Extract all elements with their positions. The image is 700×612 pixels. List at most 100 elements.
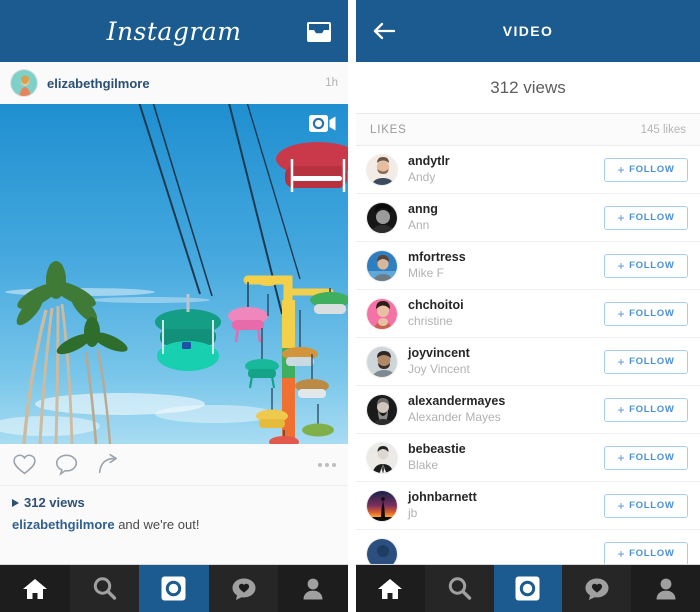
nav-search[interactable] xyxy=(424,565,494,612)
liker-names: joyvincent Joy Vincent xyxy=(408,346,604,377)
feed-topbar: Instagram xyxy=(0,0,348,62)
avatar-andytlr[interactable] xyxy=(366,153,398,186)
liker-username[interactable]: chchoitoi xyxy=(408,298,604,314)
avatar-bebeastie[interactable] xyxy=(366,441,398,474)
plus-icon: + xyxy=(617,162,626,177)
plus-icon: + xyxy=(617,354,626,369)
profile-icon xyxy=(303,578,323,599)
post-caption-area: 312 views elizabethgilmore and we're out… xyxy=(0,486,348,534)
avatar-mfortress[interactable] xyxy=(366,249,398,282)
share-arrow-icon[interactable] xyxy=(96,452,121,477)
avatar-image xyxy=(367,250,397,281)
follow-button[interactable]: + FOLLOW xyxy=(604,541,688,566)
back-arrow-icon[interactable] xyxy=(372,21,396,41)
post-username[interactable]: elizabethgilmore xyxy=(47,76,325,91)
plus-icon: + xyxy=(617,306,626,321)
follow-button-label: FOLLOW xyxy=(629,164,675,175)
plus-icon: + xyxy=(617,546,626,561)
profile-icon xyxy=(656,578,676,599)
avatar-image xyxy=(367,490,397,521)
follow-button-label: FOLLOW xyxy=(629,212,675,223)
follow-button[interactable]: + FOLLOW xyxy=(604,493,688,518)
liker-fullname: Ann xyxy=(408,217,430,232)
liker-fullname: Blake xyxy=(408,457,439,472)
avatar-image xyxy=(367,394,397,425)
follow-button[interactable]: + FOLLOW xyxy=(604,205,688,230)
table-row[interactable]: johnbarnett jb + FOLLOW xyxy=(356,482,700,530)
post-header: elizabethgilmore 1h xyxy=(0,62,348,104)
nav-search[interactable] xyxy=(69,565,140,612)
more-options-icon[interactable] xyxy=(318,462,336,467)
home-icon xyxy=(22,578,47,599)
liker-names: alexandermayes Alexander Mayes xyxy=(408,394,604,425)
activity-heart-icon xyxy=(585,578,609,600)
nav-home[interactable] xyxy=(0,565,70,612)
liker-username[interactable]: joyvincent xyxy=(408,346,604,362)
feed-panel: Instagram elizabethgilmore 1h 312 views … xyxy=(0,0,348,612)
post-timestamp: 1h xyxy=(325,77,338,89)
follow-button[interactable]: + FOLLOW xyxy=(604,397,688,422)
plus-icon: + xyxy=(617,210,626,225)
liker-fullname: Joy Vincent xyxy=(408,361,470,376)
liker-username[interactable]: bebeastie xyxy=(408,442,604,458)
liker-username[interactable]: anng xyxy=(408,202,604,218)
activity-heart-icon xyxy=(232,578,256,600)
avatar-image xyxy=(367,442,397,473)
nav-camera[interactable] xyxy=(139,565,209,612)
likes-section-header: LIKES 145 likes xyxy=(356,114,700,146)
comment-bubble-icon[interactable] xyxy=(54,452,79,477)
follow-button[interactable]: + FOLLOW xyxy=(604,349,688,374)
avatar-alexandermayes[interactable] xyxy=(366,393,398,426)
inbox-icon[interactable] xyxy=(306,21,332,43)
avatar-image xyxy=(367,202,397,233)
follow-button[interactable]: + FOLLOW xyxy=(604,301,688,326)
avatar-joyvincent[interactable] xyxy=(366,345,398,378)
liker-username[interactable]: andytlr xyxy=(408,154,604,170)
table-row[interactable]: andytlr Andy + FOLLOW xyxy=(356,146,700,194)
follow-button-label: FOLLOW xyxy=(629,356,675,367)
video-views-count: 312 views xyxy=(356,62,700,114)
heart-icon[interactable] xyxy=(12,452,37,477)
follow-button-label: FOLLOW xyxy=(629,452,675,463)
plus-icon: + xyxy=(617,450,626,465)
avatar-anng[interactable] xyxy=(366,201,398,234)
nav-home[interactable] xyxy=(356,565,425,612)
likes-panel: VIDEO 312 views LIKES 145 likes andytlr … xyxy=(356,0,700,612)
likes-count: 145 likes xyxy=(640,123,686,136)
liker-username[interactable]: alexandermayes xyxy=(408,394,604,410)
table-row[interactable]: alexandermayes Alexander Mayes + FOLLOW xyxy=(356,386,700,434)
avatar[interactable] xyxy=(10,69,38,97)
liker-fullname: jb xyxy=(408,505,418,520)
liker-username[interactable]: johnbarnett xyxy=(408,490,604,506)
liker-names: chchoitoi christine xyxy=(408,298,604,329)
caption-text: and we're out! xyxy=(114,517,200,532)
table-row[interactable]: joyvincent Joy Vincent + FOLLOW xyxy=(356,338,700,386)
search-icon xyxy=(448,577,471,600)
likers-list: andytlr Andy + FOLLOW anng Ann + FOLLOW … xyxy=(356,146,700,578)
table-row[interactable]: mfortress Mike F + FOLLOW xyxy=(356,242,700,290)
follow-button[interactable]: + FOLLOW xyxy=(604,445,688,470)
table-row[interactable]: chchoitoi christine + FOLLOW xyxy=(356,290,700,338)
table-row[interactable]: bebeastie Blake + FOLLOW xyxy=(356,434,700,482)
nav-profile[interactable] xyxy=(631,565,700,612)
follow-button[interactable]: + FOLLOW xyxy=(604,253,688,278)
avatar-chchoitoi[interactable] xyxy=(366,297,398,330)
caption-username[interactable]: elizabethgilmore xyxy=(12,517,115,532)
post-media[interactable] xyxy=(0,104,348,444)
liker-fullname: Andy xyxy=(408,169,436,184)
nav-activity[interactable] xyxy=(562,565,632,612)
liker-fullname: Mike F xyxy=(408,265,444,280)
nav-activity[interactable] xyxy=(208,565,279,612)
post-views[interactable]: 312 views xyxy=(12,495,336,510)
user-avatar xyxy=(11,70,37,96)
liker-username[interactable]: mfortress xyxy=(408,250,604,266)
liker-fullname: Alexander Mayes xyxy=(408,409,501,424)
nav-profile[interactable] xyxy=(278,565,348,612)
avatar-image xyxy=(367,298,397,329)
camera-icon xyxy=(161,576,186,601)
table-row[interactable]: anng Ann + FOLLOW xyxy=(356,194,700,242)
follow-button[interactable]: + FOLLOW xyxy=(604,157,688,182)
avatar-image xyxy=(367,346,397,377)
nav-camera[interactable] xyxy=(493,565,563,612)
avatar-johnbarnett[interactable] xyxy=(366,489,398,522)
